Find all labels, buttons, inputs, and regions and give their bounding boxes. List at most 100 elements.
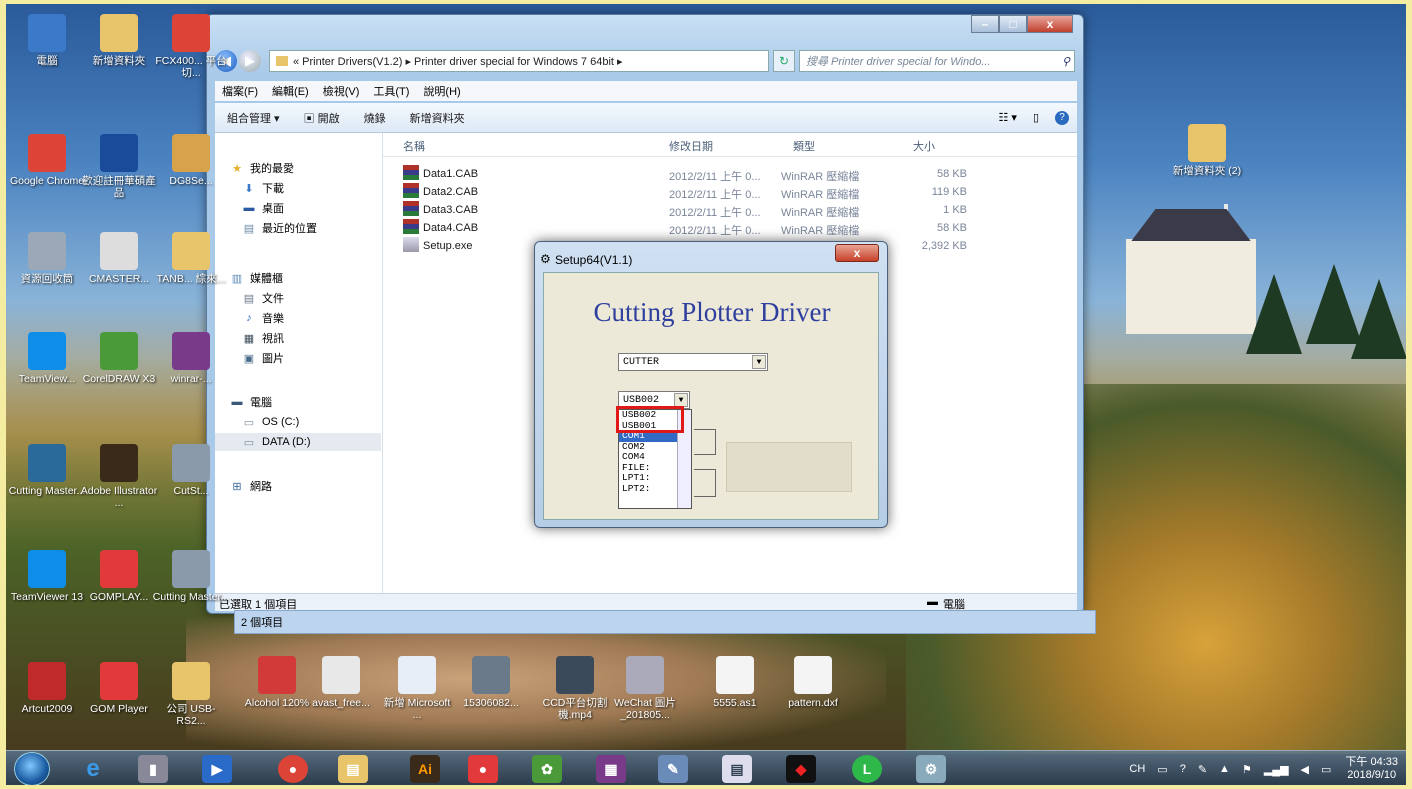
preview-pane-icon[interactable]: ▯ bbox=[1033, 111, 1039, 124]
usb-icon[interactable]: ▮ bbox=[138, 755, 168, 783]
desktop-icon-icons_col2-5[interactable]: GOMPLAY... bbox=[80, 550, 158, 620]
desktop-icon-bottom-4[interactable]: CCD平台切割機.mp4 bbox=[536, 656, 614, 726]
desktop-icon-label: 新增資料夾 bbox=[92, 55, 146, 67]
search-input[interactable]: 搜尋 Printer driver special for Windo... ⚲ bbox=[799, 50, 1075, 72]
desktop-icon-icons_col1-3[interactable]: TeamView... bbox=[8, 332, 86, 402]
column-name[interactable]: 名稱 bbox=[403, 138, 425, 154]
view-options-icon[interactable]: ☷ ▾ bbox=[998, 111, 1016, 124]
close-button[interactable]: x bbox=[1027, 15, 1073, 33]
nav-libraries[interactable]: ▥ 媒體櫃 bbox=[229, 269, 283, 287]
desktop-icon-icons_col1-0[interactable]: 電腦 bbox=[8, 14, 86, 84]
chrome-icon[interactable]: ● bbox=[278, 755, 308, 783]
alcohol-icon bbox=[258, 656, 296, 694]
pen-icon[interactable]: ✎ bbox=[1198, 763, 1207, 776]
desktop-icon-bottom-5[interactable]: WeChat 圖片_201805... bbox=[606, 656, 684, 726]
show-hidden-icon[interactable]: ▲ bbox=[1219, 763, 1230, 775]
desktop-icon-new-folder-2[interactable]: 新增資料夾 (2) bbox=[1168, 124, 1246, 194]
minimize-button[interactable]: – bbox=[971, 15, 999, 33]
organize-button[interactable]: 組合管理 ▾ bbox=[227, 110, 280, 126]
desktop-icon-icons_col2-2[interactable]: CMASTER... bbox=[80, 232, 158, 302]
desktop-icon-bottom-6[interactable]: 5555.as1 bbox=[696, 656, 774, 726]
illustrator-icon[interactable]: Ai bbox=[410, 755, 440, 783]
desktop-icon-icons_col3-5[interactable]: Cutting Master... bbox=[152, 550, 230, 620]
address-bar[interactable]: « Printer Drivers(V1.2) ▸ Printer driver… bbox=[269, 50, 769, 72]
table-row[interactable]: Data4.CAB 2012/2/11 上午 0... WinRAR 壓縮檔 58 K… bbox=[383, 217, 1077, 237]
nav-data-drive[interactable]: ▭ DATA (D:) bbox=[215, 433, 381, 451]
winrar-icon[interactable]: ▦ bbox=[596, 755, 626, 783]
volume-icon[interactable]: ◀ bbox=[1301, 763, 1309, 776]
desktop-icon-icons_col1-2[interactable]: 資源回收筒 bbox=[8, 232, 86, 302]
menu-tools[interactable]: 工具(T) bbox=[373, 83, 409, 99]
paint-icon[interactable]: ✎ bbox=[658, 755, 688, 783]
videos-icon: ▦ bbox=[243, 332, 255, 345]
nav-documents[interactable]: ▤ 文件 bbox=[241, 289, 284, 307]
refresh-button[interactable]: ↻ bbox=[773, 50, 795, 72]
open-button[interactable]: ▣ 開啟 bbox=[304, 110, 340, 126]
nav-music[interactable]: ♪ 音樂 bbox=[241, 309, 284, 327]
media-player-icon[interactable]: ▶ bbox=[202, 755, 232, 783]
column-date[interactable]: 修改日期 bbox=[669, 138, 713, 154]
gom-player-icon[interactable]: ● bbox=[468, 755, 498, 783]
explorer-icon[interactable]: ▤ bbox=[338, 755, 368, 783]
desktop-icon-icons_col3-0[interactable]: FCX400... 平台切... bbox=[152, 14, 230, 84]
desktop-icon-bottom-3[interactable]: 15306082... bbox=[452, 656, 530, 726]
desktop-icon-icons_col1-1[interactable]: Google Chrome bbox=[8, 134, 86, 204]
start-button[interactable] bbox=[14, 752, 50, 785]
desktop-icon-icons_col3-2[interactable]: TANB... 綜來... bbox=[152, 232, 230, 302]
burn-button[interactable]: 燒錄 bbox=[364, 110, 386, 126]
dialog-close-button[interactable]: x bbox=[835, 244, 879, 262]
battery-icon[interactable]: ▭ bbox=[1321, 763, 1331, 776]
menu-edit[interactable]: 編輯(E) bbox=[272, 83, 309, 99]
line-icon[interactable]: L bbox=[852, 755, 882, 783]
desktop-icon-bottom-7[interactable]: pattern.dxf bbox=[774, 656, 852, 726]
setup-app-icon[interactable]: ⚙ bbox=[916, 755, 946, 783]
forward-button[interactable]: ▶ bbox=[239, 50, 261, 72]
help-icon[interactable]: ? bbox=[1180, 763, 1186, 775]
desktop-icon-icons_col2-6[interactable]: GOM Player bbox=[80, 662, 158, 732]
desktop-icon-icons_col3-3[interactable]: winrar-... bbox=[152, 332, 230, 402]
desktop-icon-icons_col1-5[interactable]: TeamViewer 13 bbox=[8, 550, 86, 620]
nav-pictures[interactable]: ▣ 圖片 bbox=[241, 349, 284, 367]
keyboard-icon[interactable]: ▭ bbox=[1157, 763, 1167, 776]
table-row[interactable]: Data3.CAB 2012/2/11 上午 0... WinRAR 壓縮檔 1 KB bbox=[383, 199, 1077, 219]
nav-desktop[interactable]: ▬ 桌面 bbox=[241, 199, 285, 217]
table-row[interactable]: Data1.CAB 2012/2/11 上午 0... WinRAR 壓縮檔 58 K… bbox=[383, 163, 1077, 183]
table-row[interactable]: Data2.CAB 2012/2/11 上午 0... WinRAR 壓縮檔 119 … bbox=[383, 181, 1077, 201]
maximize-button[interactable]: □ bbox=[999, 15, 1027, 33]
desktop-icon-icons_col2-0[interactable]: 新增資料夾 bbox=[80, 14, 158, 84]
desktop-icon-icons_col1-4[interactable]: Cutting Master... bbox=[8, 444, 86, 514]
menu-help[interactable]: 說明(H) bbox=[423, 83, 460, 99]
app-red-icon[interactable]: ◆ bbox=[786, 755, 816, 783]
flag-icon[interactable]: ⚑ bbox=[1242, 763, 1252, 776]
status-bar: 已選取 1 個項目 ▬ 電腦 bbox=[215, 593, 1077, 611]
desktop-icon-icons_col1-6[interactable]: Artcut2009 bbox=[8, 662, 86, 732]
nav-recent[interactable]: ▤ 最近的位置 bbox=[241, 219, 317, 237]
clock[interactable]: 下午 04:33 2018/9/10 bbox=[1345, 756, 1398, 782]
input-language[interactable]: CH bbox=[1129, 763, 1145, 775]
desktop-icon-bottom-1[interactable]: avast_free... bbox=[302, 656, 380, 726]
desktop-icon-icons_col2-4[interactable]: Adobe Illustrator ... bbox=[80, 444, 158, 514]
nav-favorites[interactable]: ★ 我的最愛 bbox=[229, 159, 294, 177]
desktop-icon-icons_col3-6[interactable]: 公司 USB-RS2... bbox=[152, 662, 230, 732]
nav-computer[interactable]: ▬ 電腦 bbox=[229, 393, 273, 411]
coreldraw-icon[interactable]: ✿ bbox=[532, 755, 562, 783]
column-type[interactable]: 類型 bbox=[793, 138, 815, 154]
desktop-icon-icons_col2-1[interactable]: 歡迎註冊華碩產品 bbox=[80, 134, 158, 204]
column-size[interactable]: 大小 bbox=[913, 138, 935, 154]
help-icon[interactable]: ? bbox=[1055, 110, 1069, 125]
document-icon[interactable]: ▤ bbox=[722, 755, 752, 783]
model-select[interactable]: CUTTER ▼ bbox=[618, 353, 768, 371]
nav-videos[interactable]: ▦ 視訊 bbox=[241, 329, 284, 347]
desktop-icon-icons_col2-3[interactable]: CorelDRAW X3 bbox=[80, 332, 158, 402]
nav-network[interactable]: ⊞ 網路 bbox=[229, 477, 272, 495]
desktop-icon-bottom-2[interactable]: 新增 Microsoft ... bbox=[378, 656, 456, 726]
menu-file[interactable]: 檔案(F) bbox=[222, 83, 258, 99]
nav-os-drive[interactable]: ▭ OS (C:) bbox=[241, 413, 299, 431]
desktop-icon-icons_col3-1[interactable]: DG8Se... bbox=[152, 134, 230, 204]
nav-downloads[interactable]: ⬇ 下載 bbox=[241, 179, 284, 197]
network-signal-icon[interactable]: ▂▄▆ bbox=[1264, 763, 1289, 776]
new-folder-button[interactable]: 新增資料夾 bbox=[410, 110, 465, 126]
desktop-icon-icons_col3-4[interactable]: CutSt... bbox=[152, 444, 230, 514]
menu-view[interactable]: 檢視(V) bbox=[323, 83, 360, 99]
ie-icon[interactable]: e bbox=[78, 755, 108, 783]
